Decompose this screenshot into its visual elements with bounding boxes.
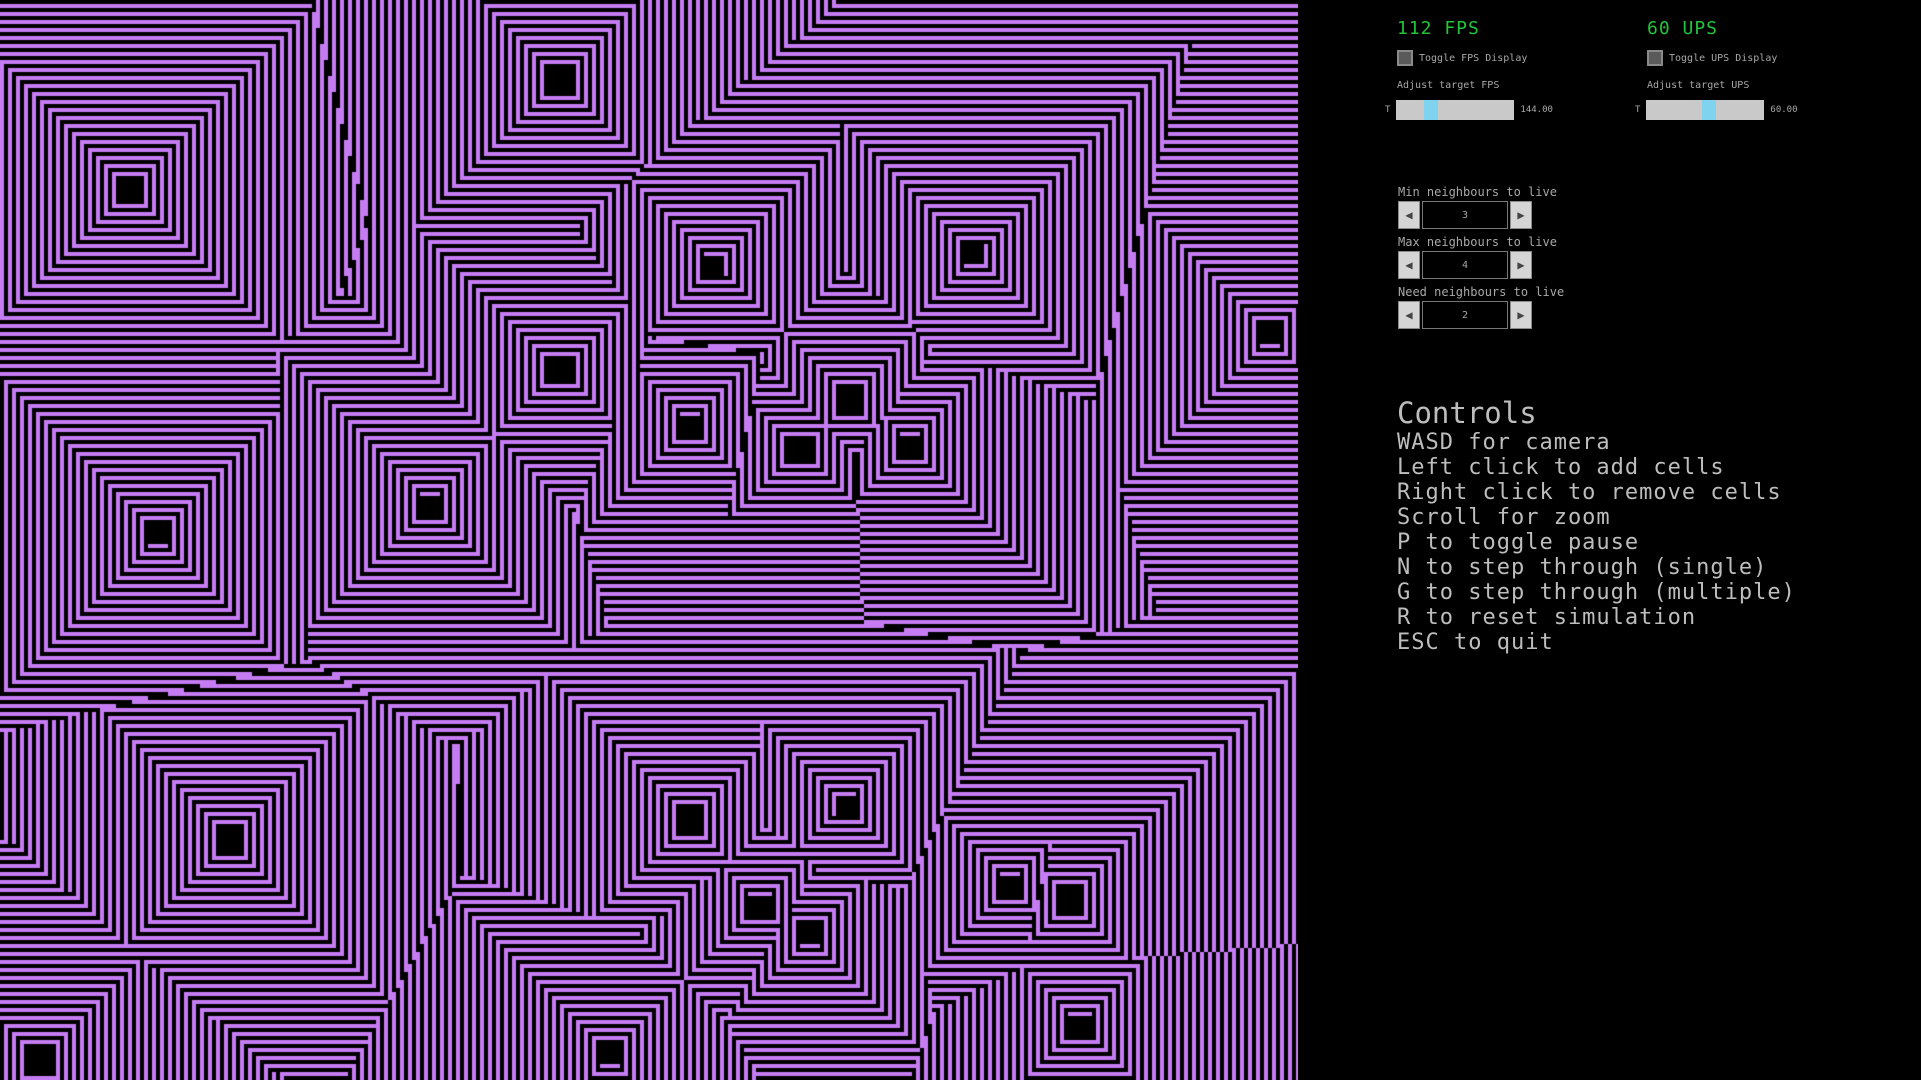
max-neighbours-spinner: ◀ 4 ▶ xyxy=(1398,251,1532,279)
ups-slider[interactable] xyxy=(1646,100,1765,120)
min-neighbours-label: Min neighbours to live xyxy=(1398,185,1557,199)
fps-slider[interactable] xyxy=(1396,100,1515,120)
controls-help: Controls WASD for camera Left click to a… xyxy=(1397,398,1796,655)
ups-slider-value: 60.00 xyxy=(1770,105,1798,115)
fps-slider-left-label: T xyxy=(1385,105,1391,115)
adjust-ups-label: Adjust target UPS xyxy=(1647,80,1750,91)
controls-item: Right click to remove cells xyxy=(1397,480,1782,505)
need-neighbours-spinner: ◀ 2 ▶ xyxy=(1398,301,1532,329)
controls-item: R to reset simulation xyxy=(1397,605,1697,630)
controls-item: ESC to quit xyxy=(1397,630,1554,655)
toggle-ups-label: Toggle UPS Display xyxy=(1669,52,1778,64)
controls-item: P to toggle pause xyxy=(1397,530,1640,555)
controls-item: WASD for camera xyxy=(1397,430,1611,455)
arrow-left-icon: ◀ xyxy=(1405,208,1413,222)
max-neighbours-label: Max neighbours to live xyxy=(1398,235,1557,249)
max-increment-button[interactable]: ▶ xyxy=(1510,251,1532,279)
arrow-left-icon: ◀ xyxy=(1405,308,1413,322)
toggle-ups-row: Toggle UPS Display xyxy=(1647,50,1777,66)
fps-slider-row: T 144.00 xyxy=(1385,100,1553,120)
arrow-right-icon: ▶ xyxy=(1517,258,1525,272)
controls-item: Left click to add cells xyxy=(1397,455,1725,480)
ups-readout: 60 UPS xyxy=(1647,18,1719,39)
simulation-canvas[interactable] xyxy=(0,0,1298,1080)
need-neighbours-value[interactable]: 2 xyxy=(1422,301,1508,329)
toggle-fps-row: Toggle FPS Display xyxy=(1397,50,1527,66)
fps-slider-knob[interactable] xyxy=(1424,100,1439,120)
ups-slider-knob[interactable] xyxy=(1702,100,1717,120)
adjust-fps-label: Adjust target FPS xyxy=(1397,80,1500,91)
min-increment-button[interactable]: ▶ xyxy=(1510,201,1532,229)
arrow-left-icon: ◀ xyxy=(1405,258,1413,272)
toggle-fps-label: Toggle FPS Display xyxy=(1419,52,1528,64)
fps-slider-value: 144.00 xyxy=(1520,105,1553,115)
fps-readout: 112 FPS xyxy=(1397,18,1480,39)
need-increment-button[interactable]: ▶ xyxy=(1510,301,1532,329)
need-neighbours-label: Need neighbours to live xyxy=(1398,285,1565,299)
min-neighbours-value[interactable]: 3 xyxy=(1422,201,1508,229)
toggle-fps-checkbox[interactable] xyxy=(1397,50,1413,66)
arrow-right-icon: ▶ xyxy=(1517,308,1525,322)
need-decrement-button[interactable]: ◀ xyxy=(1398,301,1420,329)
min-decrement-button[interactable]: ◀ xyxy=(1398,201,1420,229)
max-neighbours-value[interactable]: 4 xyxy=(1422,251,1508,279)
toggle-ups-checkbox[interactable] xyxy=(1647,50,1663,66)
controls-title: Controls xyxy=(1397,396,1537,430)
controls-item: G to step through (multiple) xyxy=(1397,580,1796,605)
max-decrement-button[interactable]: ◀ xyxy=(1398,251,1420,279)
arrow-right-icon: ▶ xyxy=(1517,208,1525,222)
controls-item: Scroll for zoom xyxy=(1397,505,1611,530)
controls-item: N to step through (single) xyxy=(1397,555,1768,580)
min-neighbours-spinner: ◀ 3 ▶ xyxy=(1398,201,1532,229)
ups-slider-row: T 60.00 xyxy=(1635,100,1798,120)
ups-slider-left-label: T xyxy=(1635,105,1641,115)
